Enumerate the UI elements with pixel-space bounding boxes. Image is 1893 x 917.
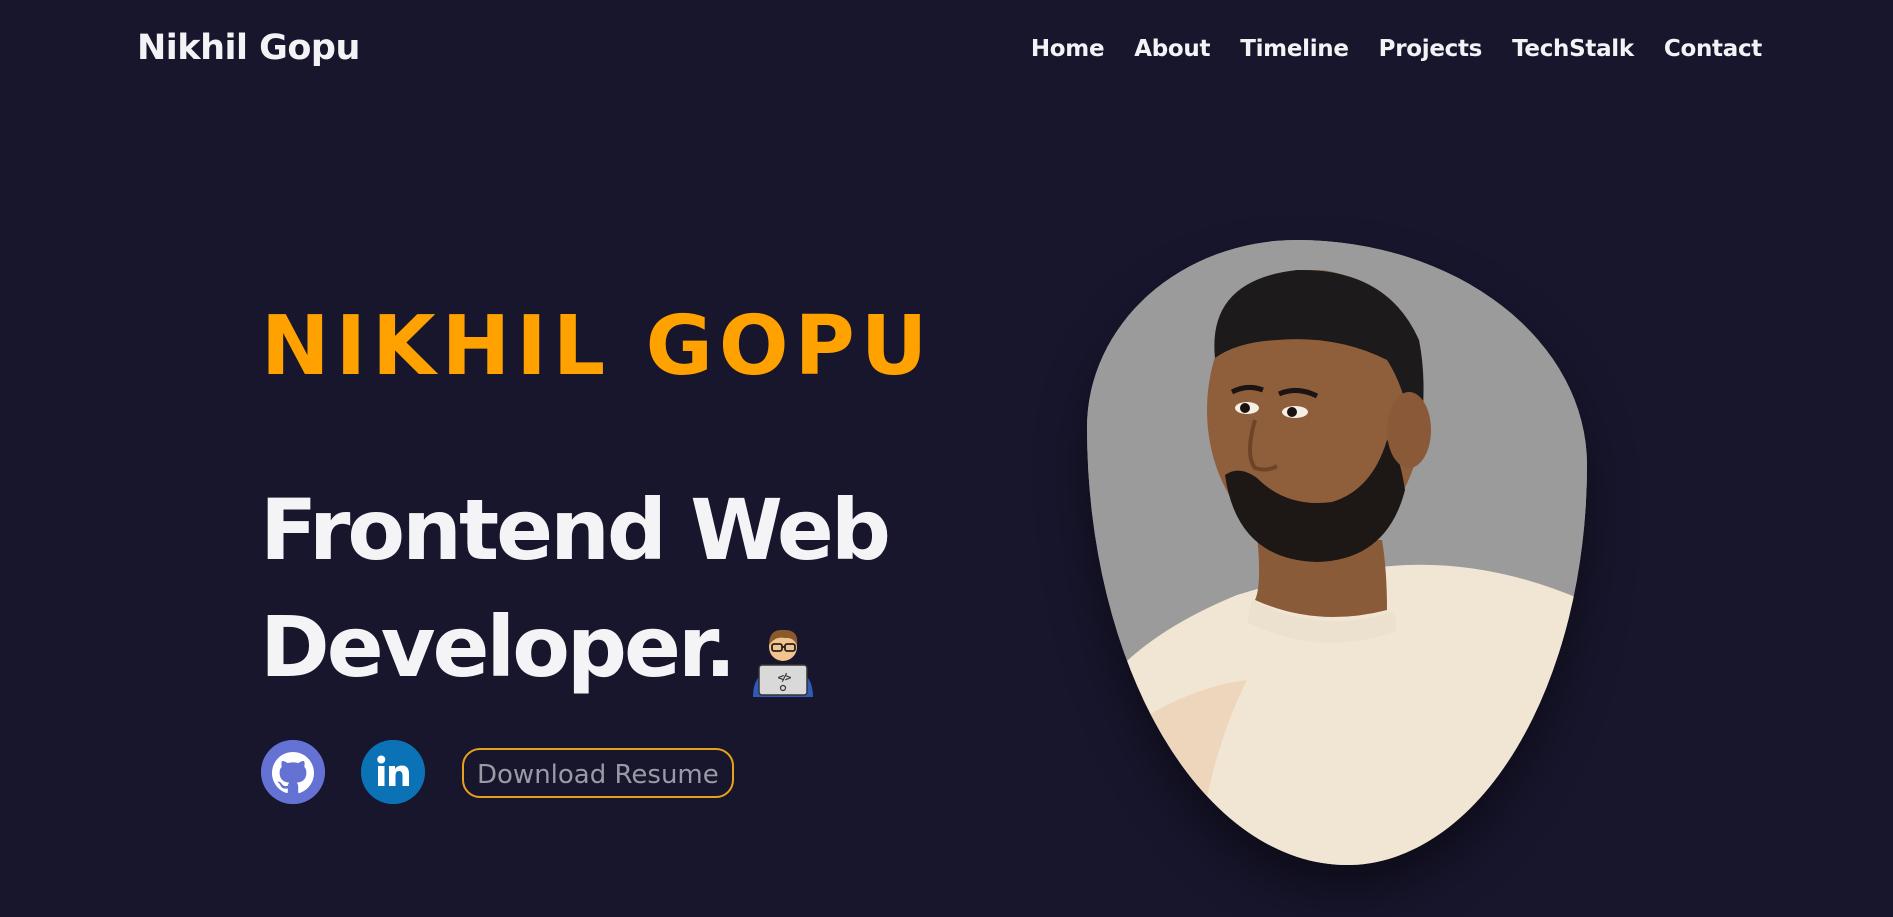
nav-contact[interactable]: Contact <box>1664 36 1762 62</box>
linkedin-link[interactable] <box>361 740 425 804</box>
nav-about[interactable]: About <box>1134 36 1210 62</box>
hero-title: Frontend Web Developer. </> <box>260 472 900 706</box>
nav-home[interactable]: Home <box>1031 36 1105 62</box>
github-link[interactable] <box>261 740 325 804</box>
hero-title-line1: Frontend Web <box>260 481 891 579</box>
technologist-emoji-icon: </> <box>745 610 821 697</box>
main-nav: Home About Timeline Projects TechStalk C… <box>1031 36 1762 62</box>
hero-title-line2: Developer. <box>260 598 736 696</box>
linkedin-icon <box>361 740 425 804</box>
profile-photo <box>1087 240 1587 865</box>
download-resume-button[interactable]: Download Resume <box>462 748 734 798</box>
nav-techstalk[interactable]: TechStalk <box>1512 36 1634 62</box>
github-icon <box>261 740 325 804</box>
nav-projects[interactable]: Projects <box>1379 36 1483 62</box>
hero-name: NIKHIL GOPU <box>261 299 934 394</box>
nav-timeline[interactable]: Timeline <box>1240 36 1349 62</box>
brand-logo[interactable]: Nikhil Gopu <box>137 28 360 68</box>
hero-title-line2-wrap: Developer. </> <box>260 589 821 706</box>
page: Nikhil Gopu Home About Timeline Projects… <box>0 0 1893 917</box>
